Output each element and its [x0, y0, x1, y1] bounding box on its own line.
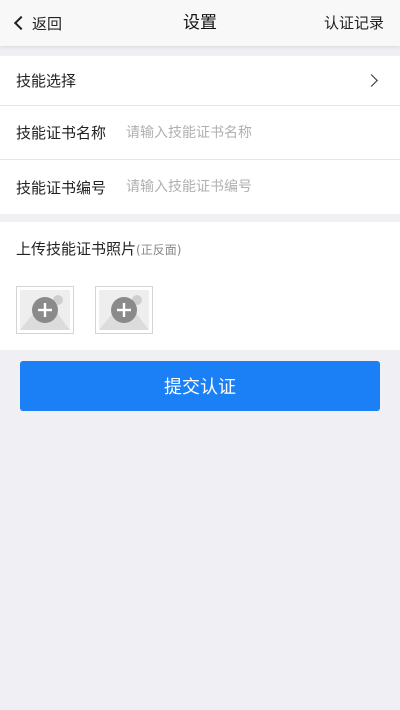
- photo-front-slot[interactable]: [16, 286, 74, 334]
- add-circle-icon: [111, 297, 137, 323]
- cert-form: 技能选择 技能证书名称 技能证书编号: [0, 56, 400, 214]
- image-placeholder-icon: [20, 290, 70, 330]
- skill-select-label: 技能选择: [16, 72, 77, 90]
- add-circle-icon: [32, 297, 58, 323]
- cert-records-link[interactable]: 认证记录: [324, 0, 384, 46]
- photo-upload-section: 上传技能证书照片(正反面): [0, 222, 400, 350]
- upload-title: 上传技能证书照片(正反面): [16, 238, 181, 259]
- nav-bar: 返回 设置 认证记录: [0, 0, 400, 46]
- cert-name-input[interactable]: [126, 124, 376, 141]
- upload-title-text: 上传技能证书照片: [16, 240, 137, 258]
- skill-select-row[interactable]: 技能选择: [0, 56, 400, 106]
- photo-back-slot[interactable]: [95, 286, 153, 334]
- chevron-right-icon: [365, 74, 378, 87]
- submit-cert-button[interactable]: 提交认证: [20, 361, 380, 411]
- cert-number-input[interactable]: [126, 179, 376, 195]
- upload-note: (正反面): [136, 243, 182, 257]
- image-placeholder-icon: [99, 290, 149, 330]
- cert-name-row: 技能证书名称: [0, 106, 400, 160]
- cert-name-label: 技能证书名称: [16, 124, 107, 142]
- cert-number-row: 技能证书编号: [0, 160, 400, 214]
- cert-number-label: 技能证书编号: [16, 178, 107, 197]
